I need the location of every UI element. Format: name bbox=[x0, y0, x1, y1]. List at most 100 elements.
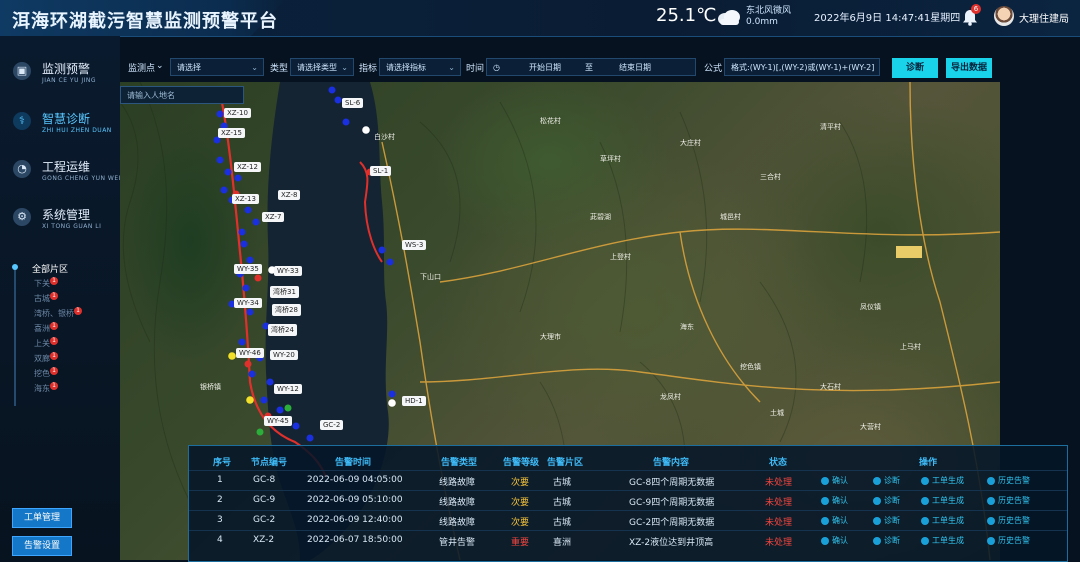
cloud-icon bbox=[718, 10, 740, 25]
formula-input[interactable]: 格式:(WY-1)[,(WY-2)或(WY-1)+(WY-2] bbox=[724, 58, 880, 76]
confirm-button[interactable]: 确认 bbox=[821, 475, 848, 486]
export-button[interactable]: 导出数据 bbox=[946, 58, 992, 78]
node-label[interactable]: 湾桥24 bbox=[268, 324, 297, 336]
nav-pinyin: ZHI HUI ZHEN DUAN bbox=[42, 127, 112, 134]
node-label[interactable]: WY-35 bbox=[234, 264, 262, 274]
action-label: 工单生成 bbox=[932, 536, 964, 545]
confirm-button[interactable]: 确认 bbox=[821, 515, 848, 526]
create-workorder-button[interactable]: 工单生成 bbox=[921, 475, 964, 486]
cell-node: GC-2 bbox=[253, 515, 276, 525]
cell-region: 古城 bbox=[553, 518, 572, 528]
region-item[interactable]: 挖色 bbox=[34, 368, 50, 379]
cell-status: 未处理 bbox=[765, 498, 793, 508]
node-label[interactable]: SL-1 bbox=[370, 166, 392, 176]
table-row[interactable]: 4 XZ-2 2022-06-07 18:50:00 管井告警 重要 喜洲 XZ… bbox=[189, 530, 1067, 551]
region-item[interactable]: 古城 bbox=[34, 293, 50, 304]
place-label: 上马村 bbox=[900, 343, 921, 351]
node-label[interactable]: WY-34 bbox=[234, 298, 262, 308]
place-label: 上登村 bbox=[610, 253, 631, 261]
range-separator: 至 bbox=[585, 63, 593, 72]
node-label[interactable]: GC-2 bbox=[320, 420, 344, 430]
confirm-button[interactable]: 确认 bbox=[821, 495, 848, 506]
node-label[interactable]: XZ-10 bbox=[224, 108, 251, 118]
table-row[interactable]: 3 GC-2 2022-06-09 12:40:00 线路故障 次要 古城 GC… bbox=[189, 510, 1067, 531]
region-all[interactable]: 全部片区 bbox=[32, 262, 68, 275]
workorder-button[interactable]: 工单管理 bbox=[12, 508, 72, 528]
metric-label: 指标 bbox=[359, 64, 378, 74]
nav-label: 工程运维 bbox=[42, 160, 91, 174]
col-header: 告警内容 bbox=[653, 458, 690, 468]
region-item[interactable]: 下关 bbox=[34, 278, 50, 289]
diagnose-row-button[interactable]: 诊断 bbox=[873, 475, 900, 486]
action-label: 历史告警 bbox=[998, 516, 1030, 525]
place-label: 凤仪镇 bbox=[860, 303, 881, 311]
node-label[interactable]: XZ-12 bbox=[234, 162, 261, 172]
check-icon bbox=[821, 496, 829, 505]
table-row[interactable]: 2 GC-9 2022-06-09 05:10:00 线路故障 次要 古城 GC… bbox=[189, 490, 1067, 511]
node-label[interactable]: XZ-8 bbox=[278, 190, 301, 200]
region-badge: 1 bbox=[50, 352, 58, 360]
col-header: 操作 bbox=[919, 458, 938, 468]
history-alert-button[interactable]: 历史告警 bbox=[987, 535, 1030, 546]
place-search-input[interactable]: 请输入人地名 bbox=[120, 86, 244, 104]
region-list: 全部片区 下关 1 古城 1 湾桥、银桥 1 喜洲 1 上关 1 双廊 1 挖色… bbox=[12, 262, 118, 412]
cell-type: 管井告警 bbox=[439, 538, 476, 548]
node-label[interactable]: 湾桥31 bbox=[270, 286, 299, 298]
cell-region: 古城 bbox=[553, 498, 572, 508]
diagnose-row-button[interactable]: 诊断 bbox=[873, 495, 900, 506]
monitor-point-select[interactable]: 请选择 ⌄ bbox=[170, 58, 264, 76]
col-header: 节点编号 bbox=[251, 458, 288, 468]
history-alert-button[interactable]: 历史告警 bbox=[987, 475, 1030, 486]
nav-diagnosis[interactable]: ⚕ 智慧诊断 ZHI HUI ZHEN DUAN bbox=[0, 108, 120, 148]
region-badge: 1 bbox=[50, 322, 58, 330]
region-item[interactable]: 海东 bbox=[34, 383, 50, 394]
confirm-button[interactable]: 确认 bbox=[821, 535, 848, 546]
node-label[interactable]: WY-20 bbox=[270, 350, 298, 360]
region-item[interactable]: 喜洲 bbox=[34, 323, 50, 334]
node-label[interactable]: HD-1 bbox=[402, 396, 426, 406]
place-label: 三合村 bbox=[760, 173, 781, 181]
node-label[interactable]: 湾桥28 bbox=[272, 304, 301, 316]
node-label[interactable]: XZ-15 bbox=[218, 128, 245, 138]
node-label[interactable]: XZ-7 bbox=[262, 212, 285, 222]
region-badge: 1 bbox=[50, 337, 58, 345]
nav-monitoring[interactable]: ▣ 监测预警 JIAN CE YU JING bbox=[0, 58, 120, 98]
history-alert-button[interactable]: 历史告警 bbox=[987, 515, 1030, 526]
node-label[interactable]: XZ-13 bbox=[232, 194, 259, 204]
diagnose-row-button[interactable]: 诊断 bbox=[873, 515, 900, 526]
create-workorder-button[interactable]: 工单生成 bbox=[921, 515, 964, 526]
table-row[interactable]: 1 GC-8 2022-06-09 04:05:00 线路故障 次要 古城 GC… bbox=[189, 470, 1067, 491]
node-label[interactable]: WY-33 bbox=[274, 266, 302, 276]
alarm-settings-button[interactable]: 告警设置 bbox=[12, 536, 72, 556]
node-label[interactable]: WY-46 bbox=[236, 348, 264, 358]
workorder-icon bbox=[921, 536, 929, 545]
cell-time: 2022-06-07 18:50:00 bbox=[307, 535, 403, 545]
node-label[interactable]: SL-6 bbox=[342, 98, 364, 108]
region-item[interactable]: 双廊 bbox=[34, 353, 50, 364]
avatar[interactable] bbox=[994, 6, 1014, 26]
username[interactable]: 大理住建局 bbox=[1019, 10, 1069, 25]
region-item[interactable]: 湾桥、银桥 bbox=[34, 308, 74, 319]
history-icon bbox=[987, 496, 995, 505]
metric-select[interactable]: 请选择指标 ⌄ bbox=[379, 58, 461, 76]
node-label[interactable]: WY-12 bbox=[274, 384, 302, 394]
history-icon bbox=[987, 536, 995, 545]
node-label[interactable]: WY-45 bbox=[264, 416, 292, 426]
create-workorder-button[interactable]: 工单生成 bbox=[921, 495, 964, 506]
history-alert-button[interactable]: 历史告警 bbox=[987, 495, 1030, 506]
workorder-icon bbox=[921, 516, 929, 525]
place-label: 城邑村 bbox=[720, 213, 741, 221]
region-item[interactable]: 上关 bbox=[34, 338, 50, 349]
cell-status: 未处理 bbox=[765, 538, 793, 548]
nav-system[interactable]: ⚙ 系统管理 XI TONG GUAN LI bbox=[0, 204, 120, 244]
nav-operations[interactable]: ◔ 工程运维 GONG CHENG YUN WEI bbox=[0, 156, 120, 196]
create-workorder-button[interactable]: 工单生成 bbox=[921, 535, 964, 546]
diagnose-row-button[interactable]: 诊断 bbox=[873, 535, 900, 546]
date-range-picker[interactable]: ◷ 开始日期 至 结束日期 bbox=[486, 58, 696, 76]
cell-time: 2022-06-09 05:10:00 bbox=[307, 495, 403, 505]
node-label[interactable]: WS-3 bbox=[402, 240, 427, 250]
type-select[interactable]: 请选择类型 ⌄ bbox=[290, 58, 354, 76]
diagnose-icon bbox=[873, 496, 881, 505]
chevron-down-icon[interactable]: ⌄ bbox=[156, 61, 164, 71]
diagnose-button[interactable]: 诊断 bbox=[892, 58, 938, 78]
